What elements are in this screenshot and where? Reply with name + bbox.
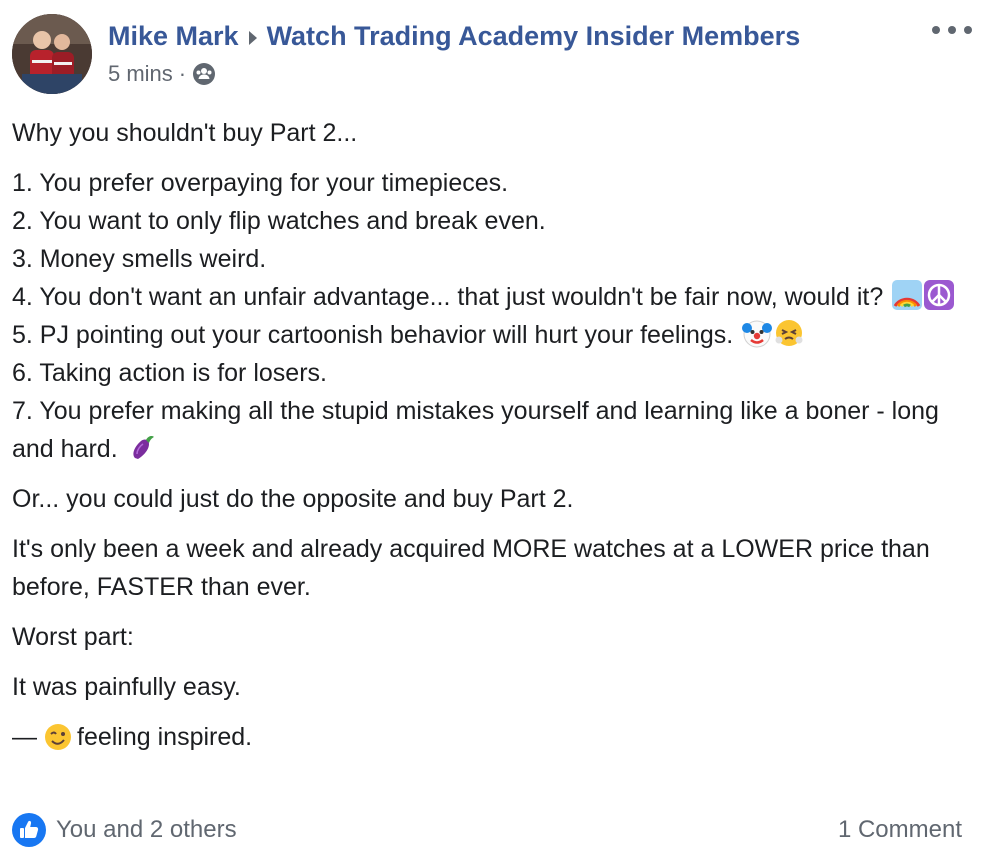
post-card: Mike Mark Watch Trading Academy Insider M…: [0, 0, 984, 868]
list-item: 3. Money smells weird.: [12, 245, 267, 273]
paragraph-week: It's only been a week and already acquir…: [12, 535, 930, 601]
post-meta: 5 mins ·: [108, 60, 216, 88]
more-horizontal-icon: [932, 26, 940, 34]
meta-separator: ·: [178, 61, 187, 86]
group-icon[interactable]: [192, 62, 216, 86]
feeling-dash: —: [12, 723, 37, 751]
face-with-steam-emoji: [774, 318, 804, 348]
more-dot: [964, 26, 972, 34]
clown-face-emoji: [742, 318, 773, 348]
reactions-summary[interactable]: You and 2 others: [12, 813, 237, 847]
rainbow-emoji: [892, 280, 923, 310]
post-author-line: Mike Mark Watch Trading Academy Insider M…: [108, 18, 800, 54]
more-options-button[interactable]: [932, 20, 972, 40]
list-item: 2. You want to only flip watches and bre…: [12, 207, 546, 235]
group-link[interactable]: Watch Trading Academy Insider Members: [267, 21, 801, 51]
comments-count-link[interactable]: 1 Comment: [838, 816, 962, 844]
winking-face-emoji: [43, 722, 73, 752]
eggplant-emoji: [127, 432, 157, 462]
caret-right-icon: [247, 29, 259, 47]
post-footer: You and 2 others 1 Comment: [12, 810, 962, 850]
paragraph-opposite: Or... you could just do the opposite and…: [12, 485, 574, 513]
reasons-list: 1. You prefer overpaying for your timepi…: [12, 164, 962, 468]
list-item: 6. Taking action is for losers.: [12, 359, 327, 387]
list-item: 5. PJ pointing out your cartoonish behav…: [12, 316, 962, 354]
feeling-activity: — feeling inspired.: [12, 718, 962, 756]
avatar[interactable]: [12, 14, 92, 94]
reactions-text: You and 2 others: [56, 816, 237, 843]
post-body: Why you shouldn't buy Part 2... 1. You p…: [12, 114, 962, 768]
like-icon: [12, 813, 46, 847]
more-dot: [948, 26, 956, 34]
author-link[interactable]: Mike Mark: [108, 21, 239, 51]
peace-sign-emoji: [924, 280, 955, 310]
feeling-text[interactable]: feeling inspired.: [77, 718, 252, 756]
paragraph-easy: It was painfully easy.: [12, 673, 241, 701]
paragraph-worst: Worst part:: [12, 623, 134, 651]
list-item: 1. You prefer overpaying for your timepi…: [12, 169, 509, 197]
post-intro: Why you shouldn't buy Part 2...: [12, 119, 358, 147]
list-item: 7. You prefer making all the stupid mist…: [12, 397, 939, 463]
list-item: 4. You don't want an unfair advantage...…: [12, 278, 962, 316]
timestamp[interactable]: 5 mins: [108, 60, 173, 88]
